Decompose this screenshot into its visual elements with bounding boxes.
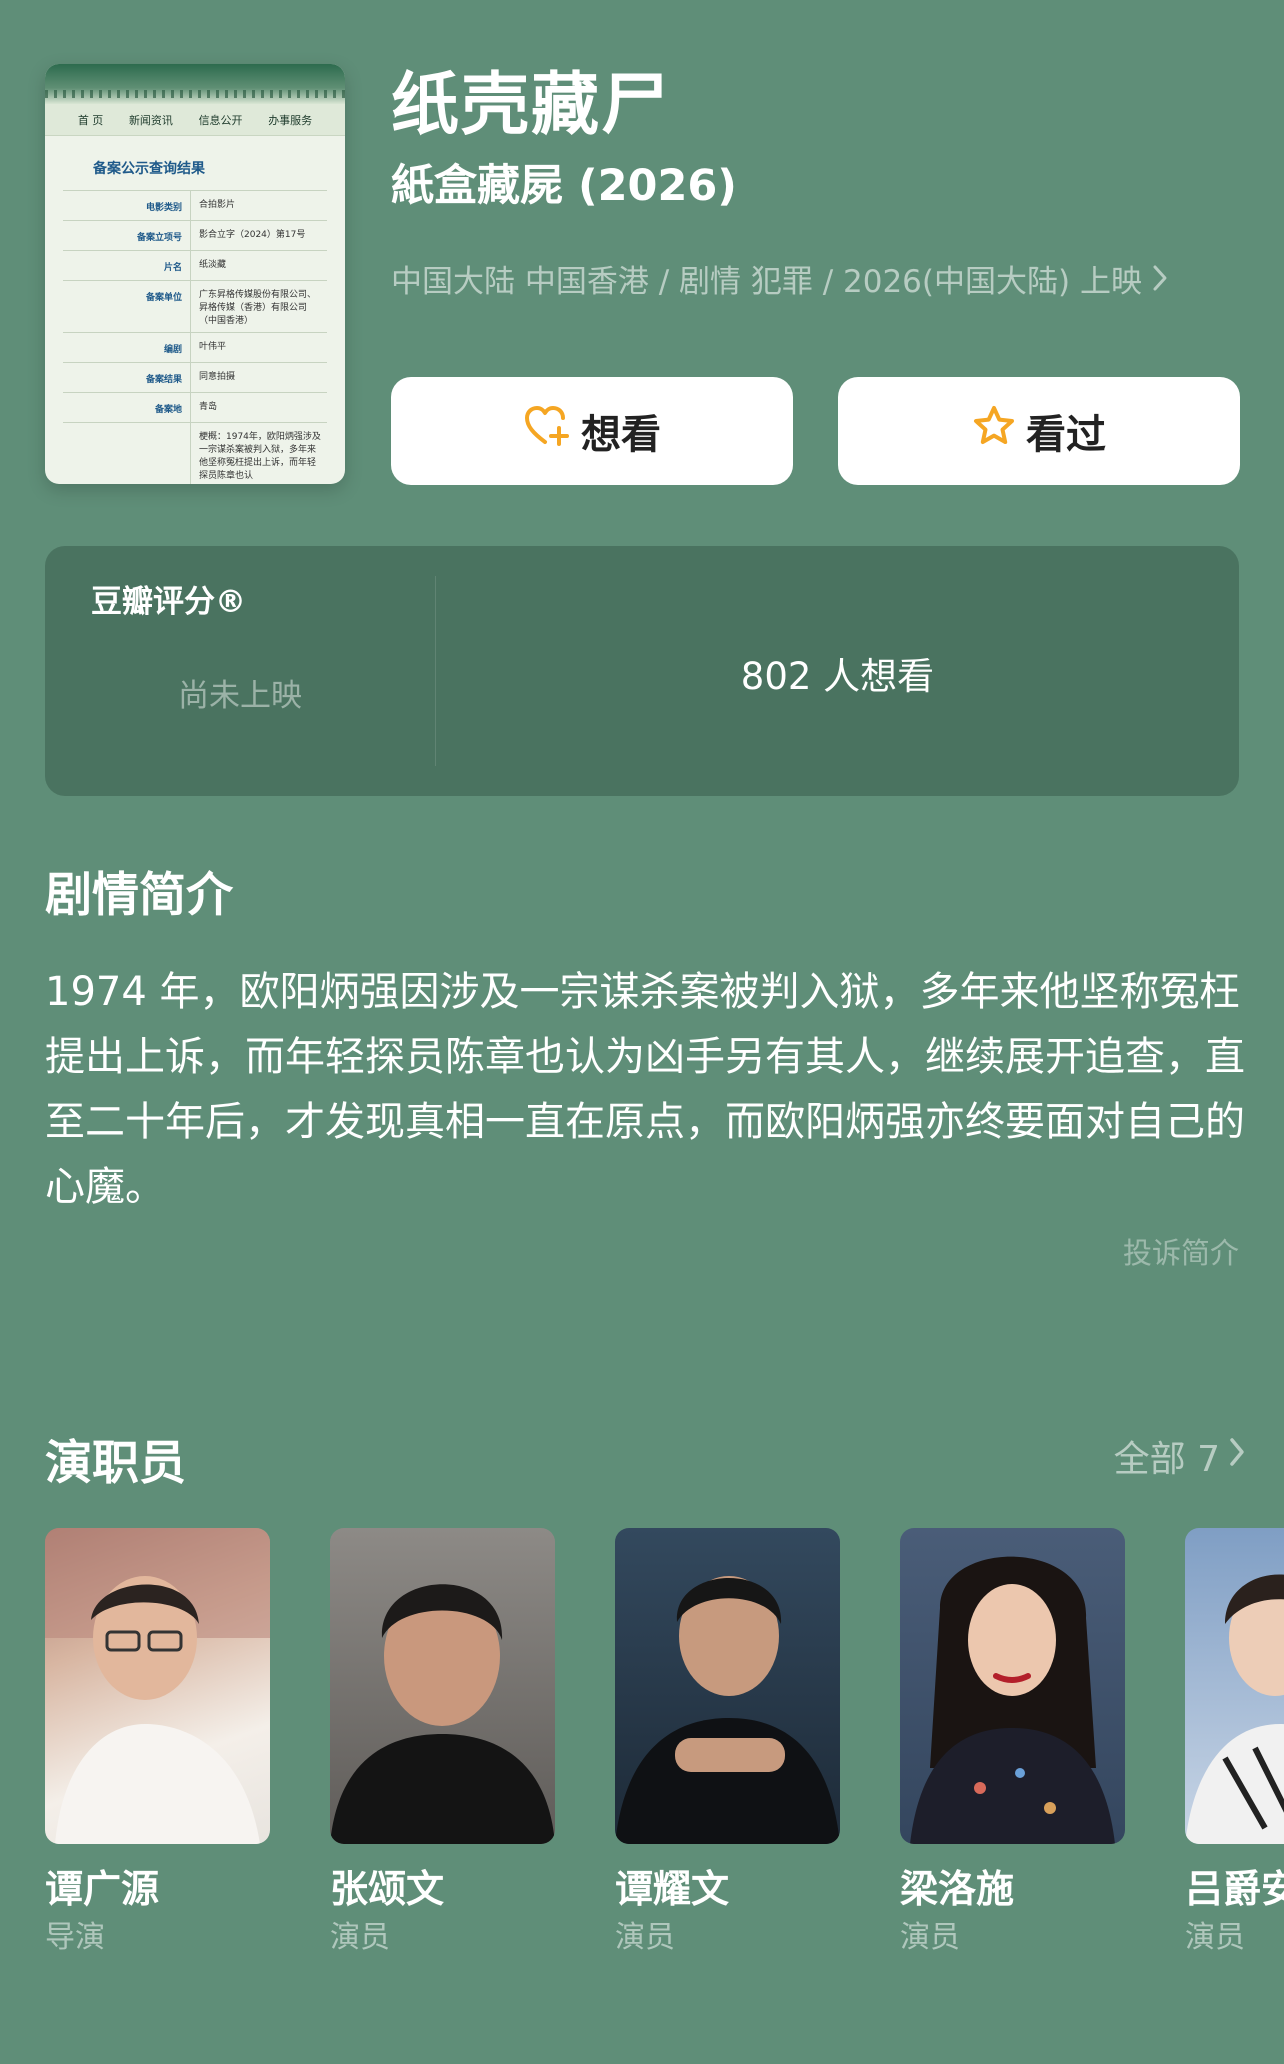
poster-row: 编剧 叶伟平 [63, 333, 327, 363]
cast-role: 演员 [1185, 1920, 1245, 1955]
cast-role: 演员 [330, 1920, 390, 1955]
cast-name: 张颂文 [330, 1867, 445, 1911]
poster-nav: 首 页 新闻资讯 信息公开 办事服务 [45, 104, 345, 136]
poster-value: 青岛 [199, 402, 218, 412]
want-label: 想看 [581, 412, 661, 458]
movie-original-title: 紙盒藏屍 (2026) [391, 161, 737, 211]
cast-photo [330, 1528, 555, 1844]
seen-label: 看过 [1026, 412, 1106, 458]
heart-plus-icon [523, 404, 581, 458]
poster-key [63, 423, 191, 484]
cast-member[interactable]: 吕爵安 演员 [1185, 1528, 1284, 1956]
cast-role: 演员 [900, 1920, 960, 1955]
cast-photo [45, 1528, 270, 1844]
poster-key: 电影类别 [63, 191, 191, 220]
cast-member[interactable]: 梁洛施 演员 [900, 1528, 1125, 1956]
poster-key: 备案立项号 [63, 221, 191, 250]
movie-title: 纸壳藏尸 [391, 66, 672, 145]
poster-nav-item: 新闻资讯 [128, 113, 173, 127]
poster-row: 梗概：1974年，欧阳炳强涉及一宗谋杀案被判入狱，多年来他坚称冤枉提出上诉，而年… [63, 423, 327, 484]
poster-row: 备案地 青岛 [63, 393, 327, 423]
poster-value: 纸淡藏 [199, 260, 227, 270]
poster-value: 广东昇格传媒股份有限公司、昇格传媒（香港）有限公司（中国香港） [199, 290, 317, 326]
poster-value: 叶伟平 [199, 342, 227, 352]
watched-button[interactable]: 看过 [838, 377, 1240, 485]
poster-row: 备案立项号 影合立字（2024）第17号 [63, 221, 327, 251]
report-synopsis-link[interactable]: 投诉简介 [1123, 1230, 1239, 1272]
poster-value: 合拍影片 [199, 200, 236, 210]
poster-value: 梗概：1974年，欧阳炳强涉及一宗谋杀案被判入狱，多年来他坚称冤枉提出上诉，而年… [199, 432, 321, 481]
cast-role: 演员 [615, 1920, 675, 1955]
synopsis-text: 1974 年，欧阳炳强因涉及一宗谋杀案被判入狱，多年来他坚称冤枉提出上诉，而年轻… [45, 969, 1245, 1210]
synopsis-heading: 剧情简介 [45, 868, 233, 923]
poster-nav-item: 办事服务 [268, 113, 313, 127]
cast-role: 导演 [45, 1920, 105, 1955]
poster-banner [45, 64, 345, 104]
cast-all-link[interactable]: 全部 7 [1114, 1430, 1246, 1482]
poster-row: 电影类别 合拍影片 [63, 191, 327, 221]
cast-heading: 演职员 [45, 1436, 186, 1491]
movie-meta-text: 中国大陆 中国香港 / 剧情 犯罪 / 2026(中国大陆) 上映 [391, 264, 1142, 300]
cast-photo [615, 1528, 840, 1844]
cast-photo [900, 1528, 1125, 1844]
chevron-right-icon [1228, 1436, 1246, 1477]
poster-nav-item: 信息公开 [198, 113, 243, 127]
poster-heading: 备案公示查询结果 [93, 161, 205, 177]
poster-key: 编剧 [63, 333, 191, 362]
cast-name: 谭广源 [45, 1867, 160, 1911]
poster-table: 电影类别 合拍影片 备案立项号 影合立字（2024）第17号 片名 纸淡藏 备案… [63, 190, 327, 484]
poster-key: 片名 [63, 251, 191, 280]
cast-member[interactable]: 谭广源 导演 [45, 1528, 270, 1956]
cast-name: 梁洛施 [900, 1867, 1015, 1911]
rating-card[interactable]: 豆瓣评分® 尚未上映 802 人想看 [45, 546, 1239, 796]
movie-poster[interactable]: 首 页 新闻资讯 信息公开 办事服务 备案公示查询结果 电影类别 合拍影片 备案… [45, 64, 345, 484]
cast-member[interactable]: 张颂文 演员 [330, 1528, 555, 1956]
poster-row: 备案单位 广东昇格传媒股份有限公司、昇格传媒（香港）有限公司（中国香港） [63, 281, 327, 333]
poster-key: 备案地 [63, 393, 191, 422]
poster-value: 影合立字（2024）第17号 [199, 230, 306, 240]
cast-photo [1185, 1528, 1284, 1844]
poster-row: 备案结果 同意拍摄 [63, 363, 327, 393]
cast-all-label: 全部 7 [1113, 1439, 1220, 1480]
wish-count: 802 人想看 [740, 655, 935, 698]
poster-value: 同意拍摄 [199, 372, 236, 382]
douban-rating-label: 豆瓣评分® [91, 584, 246, 620]
cast-name: 谭耀文 [615, 1867, 730, 1911]
poster-nav-item: 首 页 [77, 113, 104, 127]
poster-key: 备案结果 [63, 363, 191, 392]
star-icon [972, 404, 1026, 458]
movie-meta-link[interactable]: 中国大陆 中国香港 / 剧情 犯罪 / 2026(中国大陆) 上映 [391, 262, 1168, 302]
poster-row: 片名 纸淡藏 [63, 251, 327, 281]
chevron-right-icon [1152, 262, 1168, 302]
cast-name: 吕爵安 [1185, 1867, 1284, 1911]
cast-member[interactable]: 谭耀文 演员 [615, 1528, 840, 1956]
poster-key: 备案单位 [63, 281, 191, 332]
want-to-watch-button[interactable]: 想看 [391, 377, 793, 485]
rating-status: 尚未上映 [178, 678, 302, 714]
